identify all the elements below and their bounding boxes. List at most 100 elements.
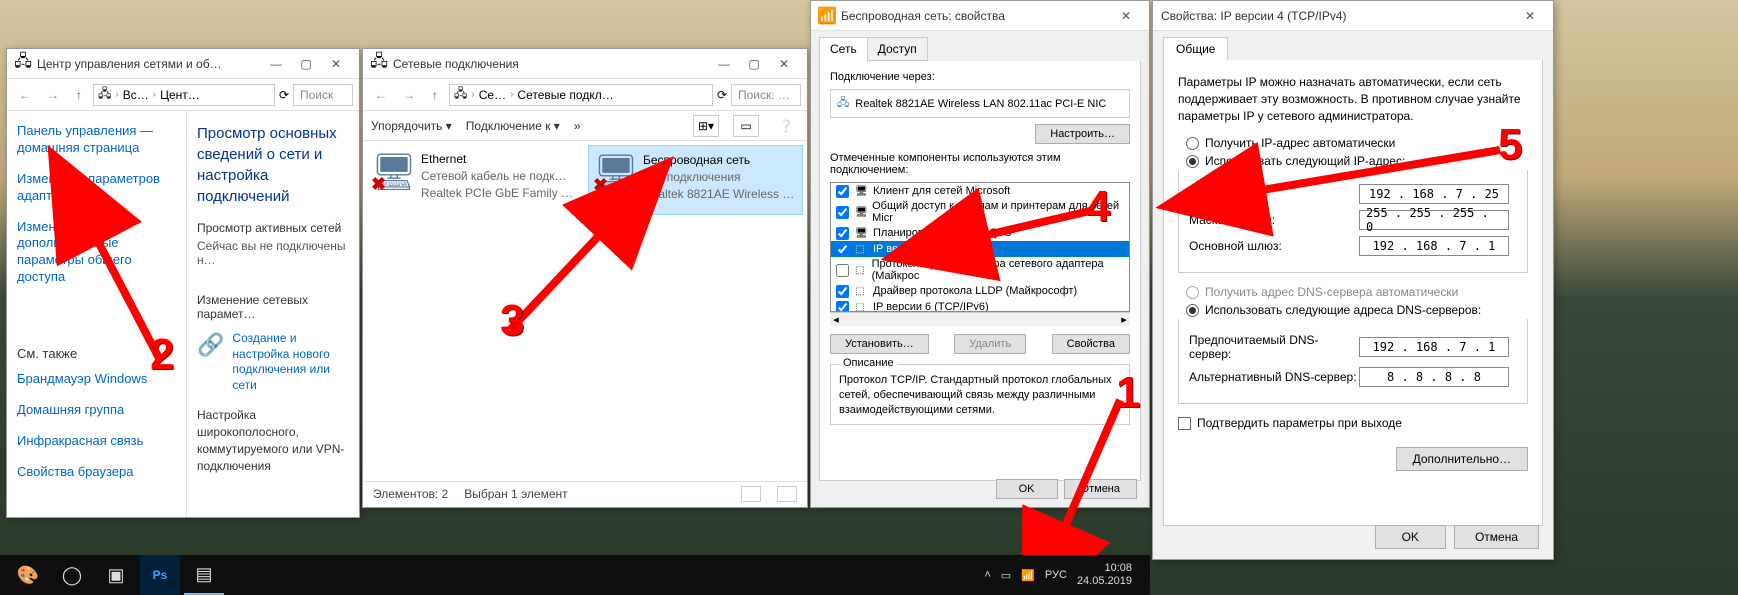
component-checkbox[interactable]: [836, 285, 849, 298]
radio-use-ip[interactable]: Использовать следующий IP-адрес:: [1186, 154, 1528, 168]
validate-checkbox-row[interactable]: Подтвердить параметры при выходе: [1178, 416, 1528, 430]
component-checkbox[interactable]: [836, 185, 849, 198]
clock[interactable]: 10:08 24.05.2019: [1077, 562, 1132, 588]
adapter-ethernet[interactable]: 🖥✖ Ethernet Сетевой кабель не подк… Real…: [367, 145, 582, 215]
paint-icon[interactable]: 🎨: [8, 555, 48, 595]
maximize-button[interactable]: ▢: [739, 50, 769, 78]
configure-button[interactable]: Настроить…: [1035, 124, 1130, 144]
remove-button: Удалить: [954, 334, 1026, 354]
tab-general[interactable]: Общие: [1163, 37, 1228, 60]
refresh-icon[interactable]: ⟳: [717, 88, 727, 102]
components-label: Отмеченные компоненты используются этим …: [830, 152, 1130, 176]
component-item[interactable]: ⬚Драйвер протокола LLDP (Майкрософт): [831, 283, 1129, 299]
language-indicator[interactable]: РУС: [1045, 569, 1067, 581]
advanced-button[interactable]: Дополнительно…: [1396, 447, 1528, 471]
terminal-icon[interactable]: ▣: [96, 555, 136, 595]
cancel-button[interactable]: Отмена: [1064, 479, 1137, 499]
minimize-button[interactable]: —: [261, 50, 291, 78]
component-item[interactable]: ⬚Протокол мультиплексора сетевого адапте…: [831, 257, 1129, 283]
component-item-ipv4[interactable]: ⬚IP версии 4 (TCP/IPv4): [831, 241, 1129, 257]
window-title: Сетевые подключения: [393, 57, 709, 71]
wifi-tray-icon[interactable]: 📶: [1021, 569, 1035, 582]
titlebar[interactable]: Свойства: IP версии 4 (TCP/IPv4) ✕: [1153, 1, 1553, 31]
chrome-icon[interactable]: ◯: [52, 555, 92, 595]
sidebar-item-home[interactable]: Панель управления — домашняя страница: [17, 123, 176, 157]
sidebar-item-firewall[interactable]: Брандмауэр Windows: [17, 371, 176, 388]
install-button[interactable]: Установить…: [830, 334, 929, 354]
component-item[interactable]: 🖥Планировщик пакетов QoS: [831, 225, 1129, 241]
components-list[interactable]: 🖥Клиент для сетей Microsoft 🖥Общий досту…: [830, 182, 1130, 312]
view-details-icon[interactable]: [741, 486, 761, 502]
connect-menu[interactable]: Подключение к ▾: [466, 119, 560, 133]
component-checkbox[interactable]: [836, 264, 849, 277]
properties-button[interactable]: Свойства: [1052, 334, 1130, 354]
details-button[interactable]: ▭: [733, 115, 759, 137]
component-item[interactable]: 🖥Клиент для сетей Microsoft: [831, 183, 1129, 199]
titlebar[interactable]: 🖧 Сетевые подключения — ▢ ✕: [363, 49, 807, 79]
system-tray: ˄ ▭ 📶 РУС 10:08 24.05.2019: [984, 562, 1142, 588]
view-large-icon[interactable]: [777, 486, 797, 502]
horizontal-scrollbar[interactable]: ◂▸: [830, 312, 1130, 326]
adapter-wireless[interactable]: 🖥✖ Беспроводная сеть Нет подключения Rea…: [588, 145, 803, 215]
sidebar-item-homegroup[interactable]: Домашняя группа: [17, 402, 176, 419]
radio-auto-ip[interactable]: Получить IP-адрес автоматически: [1186, 136, 1528, 150]
connection-icon: 🔗: [197, 331, 224, 393]
sidebar-item-infrared[interactable]: Инфракрасная связь: [17, 433, 176, 450]
dns1-input[interactable]: 192 . 168 . 7 . 1: [1359, 337, 1509, 357]
minimize-button[interactable]: —: [709, 50, 739, 78]
titlebar[interactable]: 🖧 Центр управления сетями и об… — ▢ ✕: [7, 49, 359, 79]
view-button[interactable]: ⊞▾: [693, 115, 719, 137]
component-checkbox[interactable]: [836, 243, 849, 256]
description-group: Описание Протокол TCP/IP. Стандартный пр…: [830, 364, 1130, 425]
gateway-input[interactable]: 192 . 168 . 7 . 1: [1359, 236, 1509, 256]
forward-button[interactable]: →: [41, 83, 65, 107]
forward-button[interactable]: →: [397, 83, 421, 107]
up-button[interactable]: ↑: [69, 85, 89, 105]
close-button[interactable]: ✕: [1515, 2, 1545, 30]
help-button[interactable]: ❔: [773, 115, 799, 137]
tab-network[interactable]: Сеть: [819, 37, 868, 61]
search-input[interactable]: Поиск: [293, 84, 353, 106]
refresh-icon[interactable]: ⟳: [279, 88, 289, 102]
component-checkbox[interactable]: [836, 227, 849, 240]
component-checkbox[interactable]: [836, 301, 849, 313]
app-icon: 🖧: [98, 84, 111, 105]
cancel-button[interactable]: Отмена: [1454, 525, 1539, 549]
active-networks-label: Просмотр активных сетей: [197, 221, 349, 235]
close-button[interactable]: ✕: [321, 50, 351, 78]
back-button[interactable]: ←: [369, 83, 393, 107]
search-input[interactable]: Поиск: …: [731, 84, 801, 106]
ip-input[interactable]: 192 . 168 . 7 . 25: [1359, 184, 1509, 204]
disconnected-icon: ✖: [593, 175, 608, 196]
breadcrumb[interactable]: 🖧 › Вс… › Цент…: [93, 84, 275, 106]
sidebar-item-browser-props[interactable]: Свойства браузера: [17, 464, 176, 481]
tab-content: Подключение через: 🖧 Realtek 8821AE Wire…: [819, 61, 1141, 481]
back-button[interactable]: ←: [13, 83, 37, 107]
sidebar-item-change-adapter[interactable]: Изменение параметров адаптера: [17, 171, 176, 205]
new-connection-link[interactable]: 🔗 Создание и настройка нового подключени…: [197, 331, 349, 393]
up-button[interactable]: ↑: [425, 85, 445, 105]
tray-chevron-icon[interactable]: ˄: [984, 569, 990, 581]
ok-button[interactable]: OK: [996, 479, 1058, 499]
dns2-input[interactable]: 8 . 8 . 8 . 8: [1359, 367, 1509, 387]
mask-input[interactable]: 255 . 255 . 255 . 0: [1359, 210, 1509, 230]
checkbox-icon: [1178, 417, 1191, 430]
mask-label: Маска подсети:: [1189, 213, 1359, 227]
ok-button[interactable]: OK: [1375, 525, 1446, 549]
component-checkbox[interactable]: [836, 206, 849, 219]
photoshop-icon[interactable]: Ps: [140, 555, 180, 595]
component-item[interactable]: ⬚IP версии 6 (TCP/IPv6): [831, 299, 1129, 312]
organize-menu[interactable]: Упорядочить ▾: [371, 119, 452, 133]
component-item[interactable]: 🖥Общий доступ к файлам и принтерам для с…: [831, 199, 1129, 225]
maximize-button[interactable]: ▢: [291, 50, 321, 78]
explorer-icon[interactable]: ▤: [184, 555, 224, 595]
battery-icon[interactable]: ▭: [1001, 569, 1011, 582]
more-menu[interactable]: »: [574, 119, 581, 133]
titlebar[interactable]: 📶 Беспроводная сеть: свойства ✕: [811, 1, 1149, 31]
close-button[interactable]: ✕: [1111, 2, 1141, 30]
tab-access[interactable]: Доступ: [867, 37, 928, 61]
breadcrumb[interactable]: 🖧 › Се… › Сетевые подкл…: [449, 84, 713, 106]
close-button[interactable]: ✕: [769, 50, 799, 78]
radio-use-dns[interactable]: Использовать следующие адреса DNS-сервер…: [1186, 303, 1528, 317]
sidebar-item-change-sharing[interactable]: Изменить дополнительные параметры общего…: [17, 219, 176, 287]
